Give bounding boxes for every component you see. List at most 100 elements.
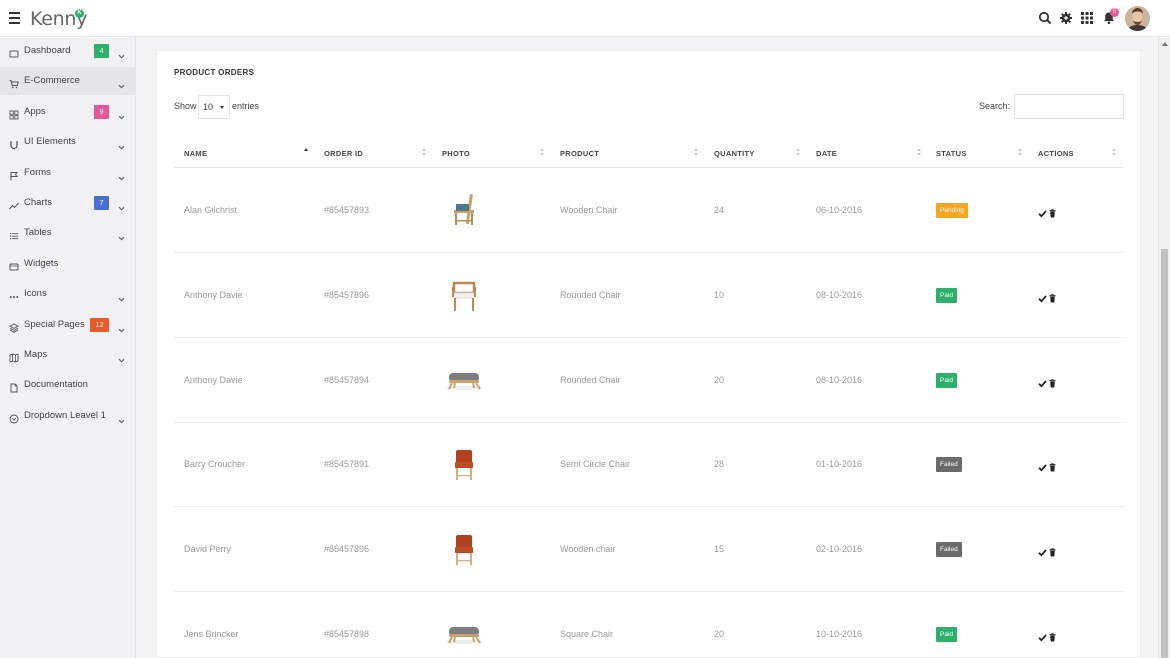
sidebar-item-charts[interactable]: Charts 7 [0, 189, 136, 217]
avatar[interactable] [1125, 6, 1150, 31]
sidebar-item-label: Widgets [24, 257, 59, 269]
cell-quantity: 15 [714, 544, 725, 555]
sidebar-item-tables[interactable]: Tables [0, 219, 136, 247]
scroll-up-arrow-icon[interactable] [1162, 42, 1168, 46]
status-badge: Failed [936, 457, 962, 473]
dots-icon [9, 289, 19, 299]
sort-icon[interactable] [917, 148, 922, 157]
sidebar-item-documentation[interactable]: Documentation [0, 371, 136, 399]
status-badge: Paid [936, 627, 958, 642]
scroll-thumb[interactable] [1161, 249, 1168, 658]
flag-icon [9, 168, 19, 181]
dashboard-icon [9, 46, 19, 58]
show-label: Show [174, 101, 197, 111]
search-icon[interactable] [1038, 11, 1052, 25]
check-icon[interactable] [1038, 629, 1047, 642]
column-header-date[interactable]: DATE [816, 149, 837, 158]
status-badge: Pending [936, 203, 968, 218]
cell-order-id: #85457891 [324, 459, 370, 470]
table-row: David Perry #85457895 Wooden chair 15 02-10-… [174, 507, 1124, 593]
sort-icon[interactable] [1018, 148, 1023, 157]
check-icon[interactable] [1038, 290, 1047, 303]
sidebar-item-forms[interactable]: Forms [0, 159, 136, 187]
sidebar-item-widgets[interactable]: Widgets [0, 250, 136, 278]
sort-icon[interactable] [694, 148, 699, 157]
check-icon[interactable] [1038, 205, 1047, 218]
sidebar-badge: 4 [94, 44, 109, 58]
sidebar-item-label: Apps [24, 105, 46, 117]
trash-icon[interactable] [1048, 544, 1057, 557]
sidebar-item-label: Dashboard [24, 45, 71, 56]
sidebar-item-label: E-Commerce [24, 75, 80, 87]
sidebar-item-icons[interactable]: Icons [0, 280, 136, 308]
chevron-down-icon[interactable] [118, 229, 125, 241]
chevron-down-icon[interactable] [118, 351, 125, 363]
search-input[interactable] [1014, 94, 1124, 119]
chevron-down-icon[interactable] [118, 47, 125, 59]
menu-icon[interactable] [9, 12, 20, 24]
caret-down-icon [220, 106, 224, 109]
sidebar-item-maps[interactable]: Maps [0, 341, 136, 369]
cell-order-id: #85457898 [324, 629, 370, 639]
sidebar-item-dashboard[interactable]: Dashboard 4 [0, 37, 136, 65]
sort-icon[interactable] [796, 148, 801, 157]
column-header-quantity[interactable]: QUANTITY [714, 149, 755, 158]
entries-select[interactable]: 10 [198, 95, 230, 119]
cell-quantity: 20 [714, 374, 725, 385]
trash-icon[interactable] [1048, 629, 1057, 642]
sidebar-item-ui-elements[interactable]: UI Elements [0, 128, 136, 156]
product-orders-card: PRODUCT ORDERS Show 10 entries Search: N… [156, 50, 1141, 658]
cell-product: Semi Circle Chair [560, 459, 631, 470]
sidebar-badge: 9 [94, 104, 109, 119]
sidebar-item-special-pages[interactable]: Special Pages 12 [0, 311, 136, 339]
trash-icon[interactable] [1048, 290, 1057, 303]
stool-icon [442, 358, 486, 402]
chevron-down-icon[interactable] [118, 321, 125, 333]
cell-date: 08-10-2016 [816, 374, 863, 385]
top-bar: Kenny K 5 [0, 0, 1170, 37]
column-header-order-id[interactable]: ORDER ID [324, 149, 363, 158]
red-chair-icon [442, 527, 486, 571]
entries-value: 10 [203, 102, 214, 112]
layers-icon [9, 320, 19, 333]
sidebar-item-label: Dropdown Leavel 1 [24, 409, 106, 421]
sidebar-item-label: Documentation [24, 379, 88, 391]
chevron-down-icon[interactable] [118, 199, 125, 211]
chevron-down-icon[interactable] [118, 108, 125, 120]
chevron-down-icon[interactable] [118, 412, 125, 424]
check-icon[interactable] [1038, 375, 1047, 388]
column-header-product[interactable]: PRODUCT [560, 149, 599, 158]
column-header-status[interactable]: STATUS [936, 149, 967, 158]
chevron-down-icon[interactable] [118, 290, 125, 302]
check-icon[interactable] [1038, 459, 1047, 472]
column-header-photo[interactable]: PHOTO [442, 149, 470, 158]
cell-date: 01-10-2016 [816, 459, 863, 470]
sidebar-item-label: Special Pages [24, 318, 85, 330]
bell-icon[interactable]: 5 [1102, 8, 1119, 25]
cell-name: David Perry [184, 544, 232, 555]
gear-icon[interactable] [1059, 11, 1073, 25]
column-header-actions[interactable]: ACTIONS [1038, 149, 1074, 158]
sort-icon[interactable] [540, 148, 545, 157]
column-header-name[interactable]: NAME [184, 149, 207, 158]
check-icon[interactable] [1038, 544, 1047, 557]
table-row: Anthony Davie #85457896 Rounded Chair 10 08-… [174, 253, 1124, 338]
wooden-chair-icon [442, 188, 486, 232]
scrollbar[interactable] [1158, 37, 1170, 658]
chevron-down-icon[interactable] [118, 77, 125, 89]
chevron-down-icon[interactable] [118, 169, 125, 181]
sidebar-item-apps[interactable]: Apps 9 [0, 98, 136, 126]
sidebar-item-dropdown-leavel-1[interactable]: Dropdown Leavel 1 [0, 402, 136, 430]
card-title: PRODUCT ORDERS [174, 68, 255, 77]
chevron-down-icon[interactable] [118, 138, 125, 150]
sort-icon[interactable] [422, 148, 427, 157]
sort-asc-icon[interactable] [304, 148, 309, 157]
trash-icon[interactable] [1048, 375, 1057, 388]
sidebar-item-e-commerce[interactable]: E-Commerce [0, 67, 136, 96]
sort-icon[interactable] [1112, 148, 1117, 157]
table-row: Anthony Davie #85457894 Rounded Chair 20 08-… [174, 338, 1124, 423]
trash-icon[interactable] [1048, 205, 1057, 218]
search-label: Search: [979, 101, 1011, 111]
grid-icon[interactable] [1080, 11, 1094, 25]
trash-icon[interactable] [1048, 459, 1057, 472]
